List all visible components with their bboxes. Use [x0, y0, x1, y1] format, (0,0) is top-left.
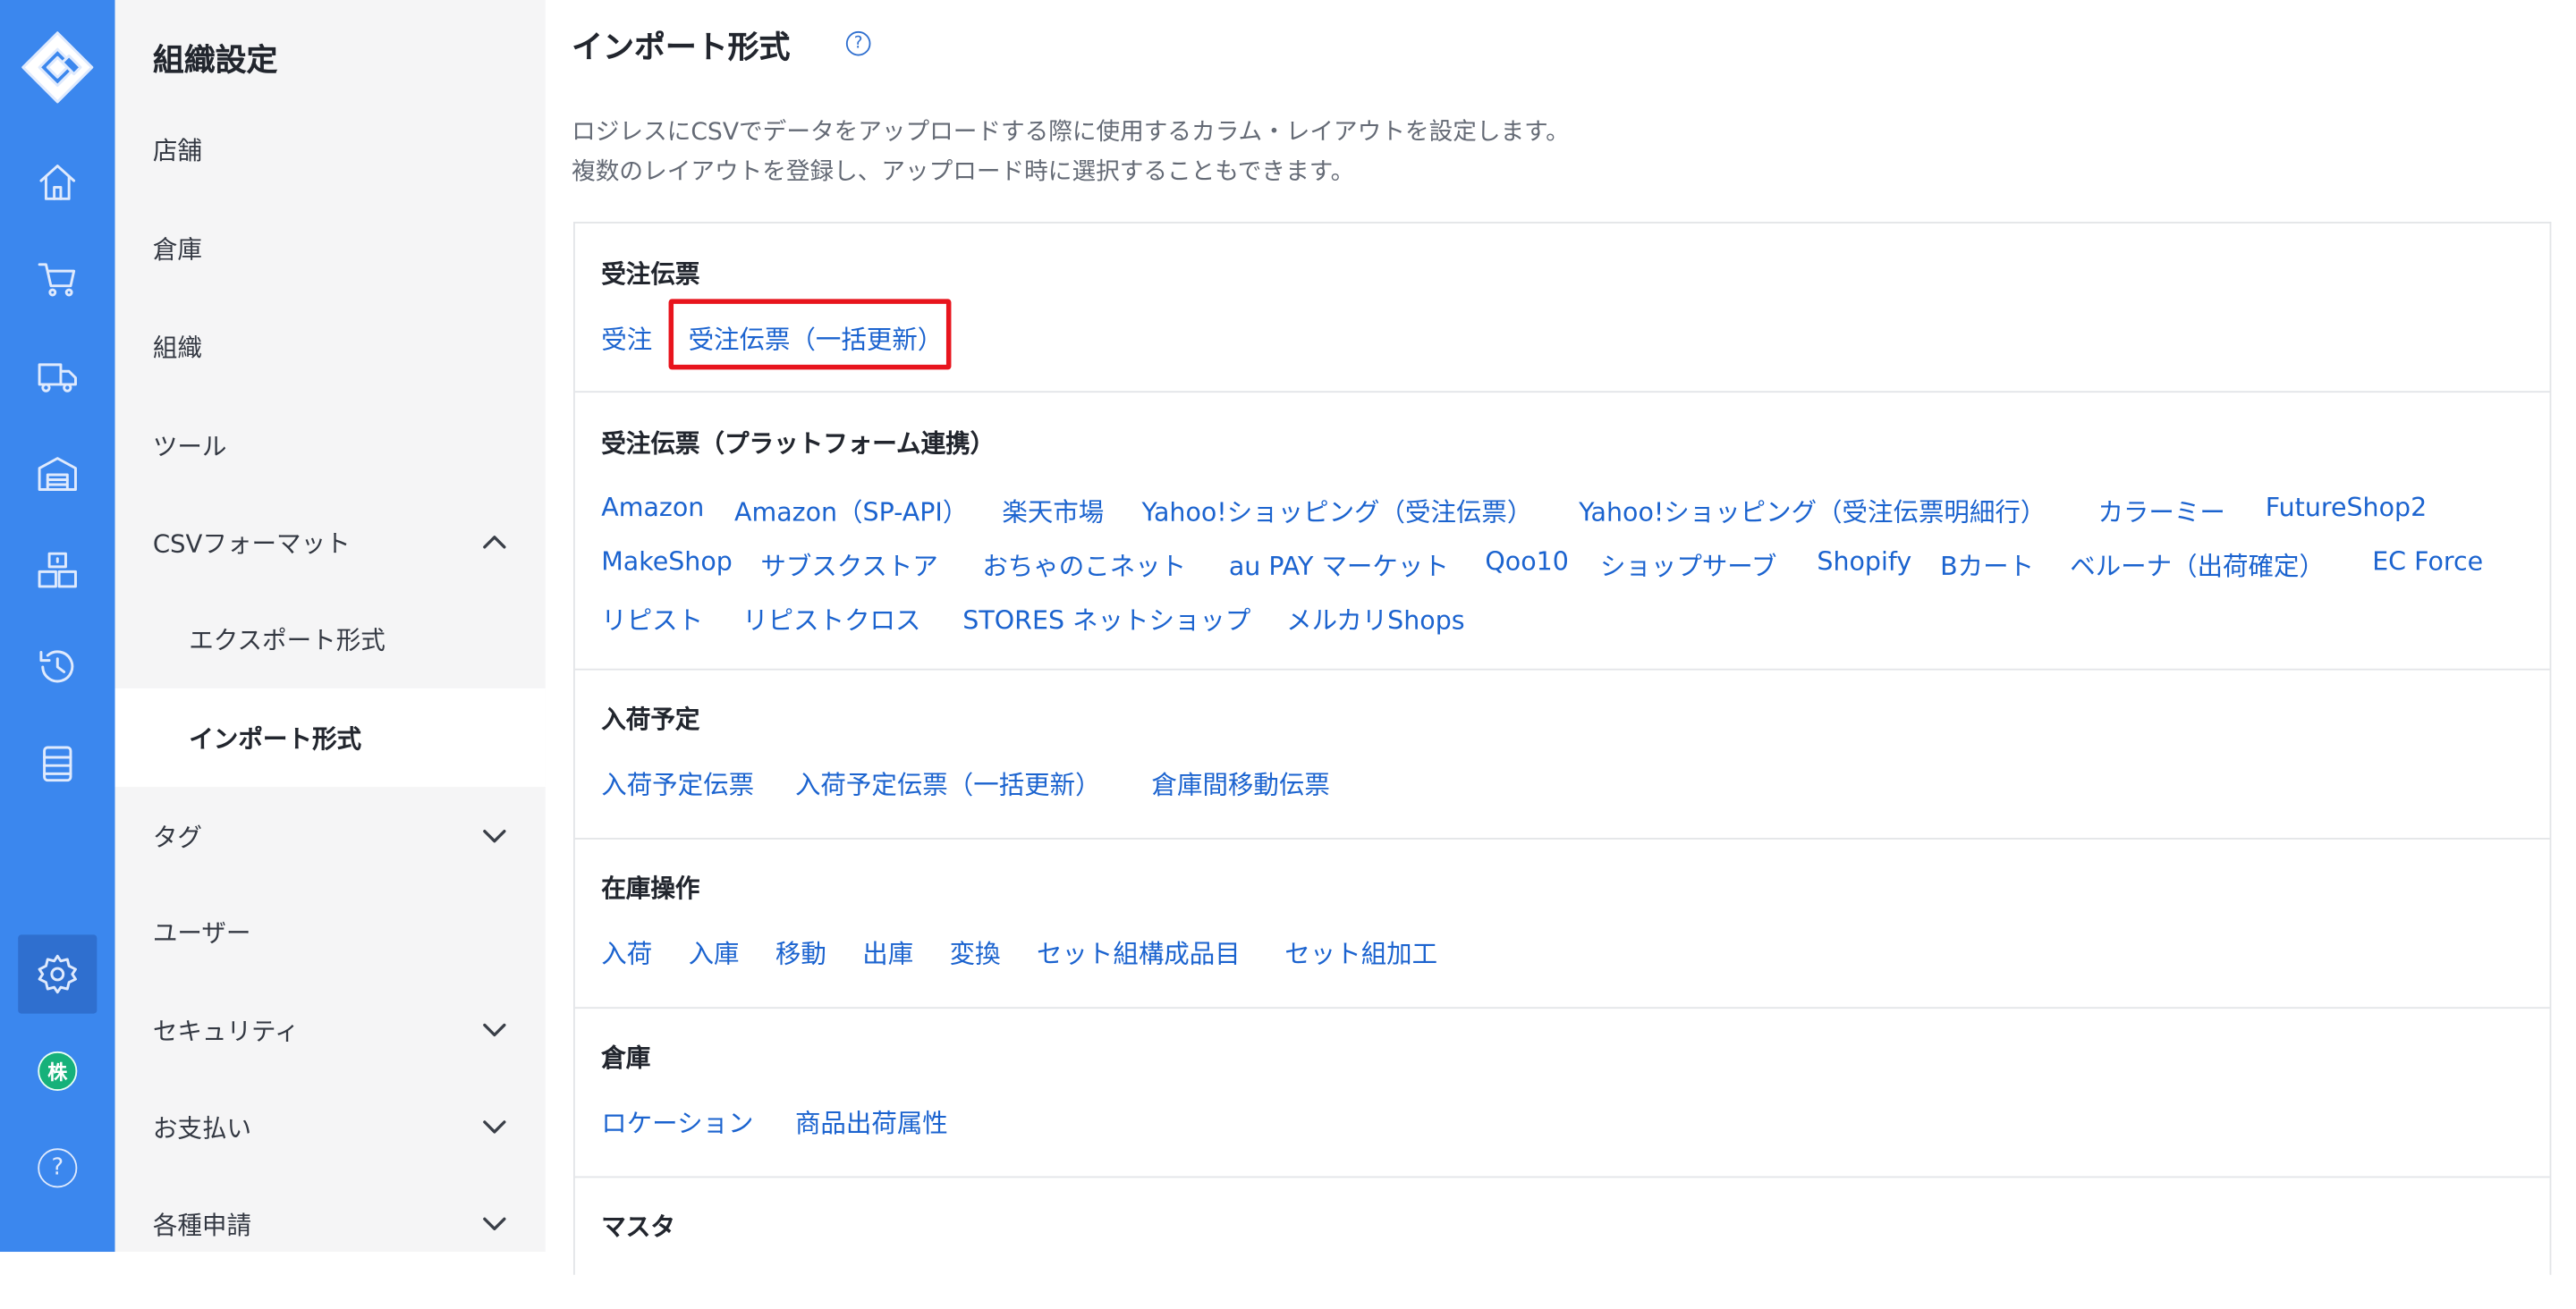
link-stock-in[interactable]: 入庫 — [689, 934, 740, 970]
link-shopify[interactable]: Shopify — [1817, 547, 1911, 577]
home-icon[interactable] — [18, 143, 97, 222]
truck-icon[interactable] — [18, 337, 97, 416]
page-title: インポート形式 — [572, 30, 791, 66]
link-inbound-slip-bulk-update[interactable]: 入荷予定伝票（一括更新） — [795, 765, 1101, 801]
section-title: マスタ — [601, 1212, 675, 1242]
link-makeshop[interactable]: MakeShop — [601, 547, 733, 577]
chevron-down-icon — [479, 1015, 509, 1044]
link-warehouse-transfer-slip[interactable]: 倉庫間移動伝票 — [1152, 765, 1330, 801]
organization-badge-label: 株 — [38, 1051, 78, 1091]
organization-badge[interactable]: 株 — [18, 1032, 97, 1111]
description-line-2: 複数のレイアウトを登録し、アップロード時に選択することもできます。 — [572, 159, 1355, 186]
nav-item-export-format[interactable]: エクスポート形式 — [115, 590, 546, 688]
link-set-components[interactable]: セット組構成品目 — [1037, 934, 1241, 970]
link-amazon-sp-api[interactable]: Amazon（SP-API） — [734, 493, 968, 528]
section-title: 受注伝票（プラットフォーム連携） — [601, 428, 996, 459]
link-subscstore[interactable]: サブスクストア — [760, 547, 937, 583]
link-product-shipping-attributes[interactable]: 商品出荷属性 — [795, 1104, 948, 1140]
settings-sidenav: 組織設定 店舗 倉庫 組織 ツール CSVフォーマット エクスポート形式 インポ… — [114, 0, 546, 1253]
link-repeatst-cross[interactable]: リピストクロス — [742, 601, 920, 637]
section-title: 受注伝票 — [601, 259, 700, 290]
sidenav-title: 組織設定 — [152, 42, 278, 80]
link-shopserve[interactable]: ショップサーブ — [1600, 547, 1777, 583]
section-title: 在庫操作 — [601, 874, 700, 904]
link-futureshop2[interactable]: FutureShop2 — [2266, 493, 2427, 522]
nav-item-applications[interactable]: 各種申請 — [115, 1175, 546, 1273]
import-format-card: 受注伝票 受注 受注伝票（一括更新） 受注伝票（プラットフォーム連携） Amaz… — [573, 222, 2552, 1275]
help-tooltip-icon[interactable]: ? — [845, 30, 871, 56]
section-warehouse: 倉庫 ロケーション 商品出荷属性 — [574, 1009, 2550, 1178]
database-icon[interactable] — [18, 724, 97, 803]
section-master: マスタ — [575, 1178, 2550, 1309]
section-title: 入荷予定 — [601, 705, 700, 735]
nav-item-tags[interactable]: タグ — [115, 787, 546, 885]
link-receiving[interactable]: 入荷 — [601, 934, 652, 970]
link-order[interactable]: 受注 — [601, 320, 652, 356]
chevron-down-icon — [479, 1112, 509, 1142]
chevron-down-icon — [479, 1209, 509, 1238]
link-order-bulk-update[interactable]: 受注伝票（一括更新） — [689, 320, 944, 356]
link-inbound-slip[interactable]: 入荷予定伝票 — [601, 765, 754, 801]
chevron-down-icon — [479, 822, 509, 851]
nav-item-payment[interactable]: お支払い — [115, 1077, 546, 1176]
link-colorme[interactable]: カラーミー — [2097, 493, 2224, 528]
link-rakuten[interactable]: 楽天市場 — [1002, 493, 1104, 528]
link-yahoo-order-lines[interactable]: Yahoo!ショッピング（受注伝票明細行） — [1579, 493, 2046, 528]
app-rail: 株 ? — [0, 0, 115, 1253]
section-title: 倉庫 — [601, 1043, 651, 1073]
description-line-1: ロジレスにCSVでデータをアップロードする際に使用するカラム・レイアウトを設定し… — [572, 120, 1570, 147]
link-repeatst[interactable]: リピスト — [601, 601, 703, 637]
nav-item-import-format[interactable]: インポート形式 — [114, 688, 546, 788]
link-location[interactable]: ロケーション — [601, 1104, 753, 1140]
link-qoo10[interactable]: Qoo10 — [1485, 547, 1568, 577]
link-ec-force[interactable]: EC Force — [2372, 547, 2483, 577]
history-icon[interactable] — [18, 628, 97, 706]
section-inbound: 入荷予定 入荷予定伝票 入荷予定伝票（一括更新） 倉庫間移動伝票 — [574, 671, 2550, 840]
settings-gear-icon[interactable] — [18, 934, 97, 1014]
nav-item-csv-format[interactable]: CSVフォーマット — [115, 493, 546, 591]
link-belluna[interactable]: ベルーナ（出荷確定） — [2070, 547, 2325, 583]
nav-item-warehouses[interactable]: 倉庫 — [115, 198, 546, 297]
link-move[interactable]: 移動 — [775, 934, 826, 970]
page-description: ロジレスにCSVでデータをアップロードする際に使用するカラム・レイアウトを設定し… — [572, 114, 1570, 192]
link-set-assembly[interactable]: セット組加工 — [1284, 934, 1437, 970]
link-yahoo-orders[interactable]: Yahoo!ショッピング（受注伝票） — [1142, 493, 1533, 528]
link-mercari-shops[interactable]: メルカリShops — [1286, 601, 1464, 637]
link-stores[interactable]: STORES ネットショップ — [962, 601, 1250, 637]
link-au-pay-market[interactable]: au PAY マーケット — [1229, 547, 1449, 583]
link-stock-out[interactable]: 出庫 — [862, 934, 913, 970]
help-icon[interactable]: ? — [18, 1128, 97, 1207]
logiless-logo[interactable] — [20, 30, 95, 106]
nav-item-security[interactable]: セキュリティ — [115, 981, 546, 1079]
section-inventory-operations: 在庫操作 入荷 入庫 移動 出庫 変換 セット組構成品目 セット組加工 — [574, 840, 2550, 1009]
link-amazon[interactable]: Amazon — [601, 493, 704, 522]
inventory-boxes-icon[interactable] — [18, 530, 97, 609]
section-orders-platform: 受注伝票（プラットフォーム連携） Amazon Amazon（SP-API） 楽… — [574, 393, 2550, 671]
section-orders: 受注伝票 受注 受注伝票（一括更新） — [574, 224, 2550, 393]
nav-item-organization[interactable]: 組織 — [115, 298, 546, 396]
link-ochanoko[interactable]: おちゃのこネット — [982, 547, 1186, 583]
nav-item-tools[interactable]: ツール — [115, 396, 546, 494]
nav-item-users[interactable]: ユーザー — [115, 883, 546, 981]
cart-icon[interactable] — [18, 240, 97, 318]
link-b-cart[interactable]: Bカート — [1940, 547, 2034, 583]
link-convert[interactable]: 変換 — [950, 934, 1001, 970]
warehouse-icon[interactable] — [18, 434, 97, 512]
nav-item-stores[interactable]: 店舗 — [115, 100, 546, 198]
chevron-up-icon — [479, 528, 509, 557]
